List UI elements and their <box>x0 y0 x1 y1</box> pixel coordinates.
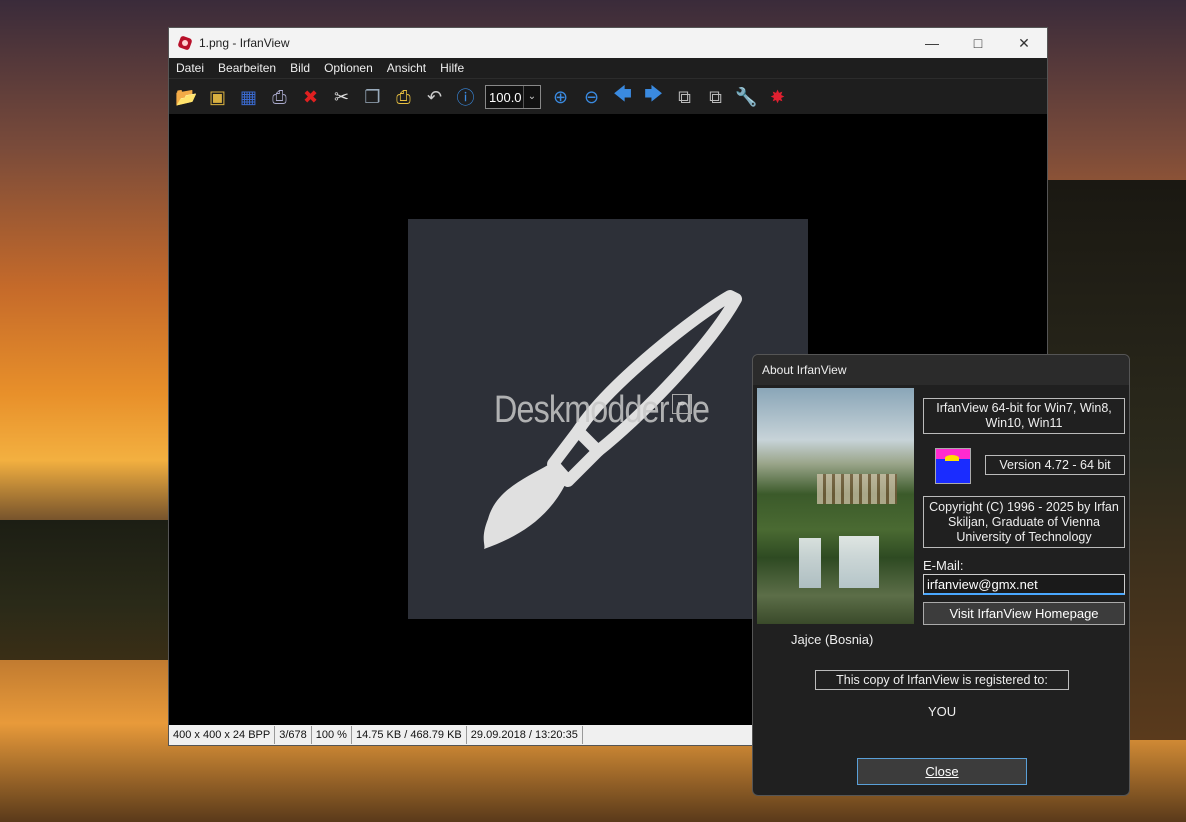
email-label: E-Mail: <box>923 558 964 573</box>
about-dialog-title[interactable]: About IrfanView <box>753 355 1129 385</box>
menu-hilfe[interactable]: Hilfe <box>433 61 471 75</box>
window-title: 1.png - IrfanView <box>199 36 290 50</box>
copy-icon[interactable]: ❐ <box>357 82 388 112</box>
version-info: Version 4.72 - 64 bit <box>985 455 1125 475</box>
status-file-size: 14.75 KB / 468.79 KB <box>352 726 467 744</box>
irfanview-logo-icon <box>935 448 971 484</box>
jajce-photo <box>757 388 914 624</box>
zoom-value: 100.0 <box>489 89 522 105</box>
delete-icon[interactable]: ✖ <box>295 82 326 112</box>
thumbnails-icon[interactable]: ▣ <box>202 82 233 112</box>
zoom-out-icon[interactable]: ⊖ <box>576 82 607 112</box>
product-info: IrfanView 64-bit for Win7, Win8, Win10, … <box>923 398 1125 434</box>
zoom-select[interactable]: 100.0 ⌄ <box>485 85 541 109</box>
registered-label: This copy of IrfanView is registered to: <box>815 670 1069 690</box>
chevron-down-icon[interactable]: ⌄ <box>523 86 540 108</box>
photo-houses <box>817 474 897 504</box>
status-dimensions: 400 x 400 x 24 BPP <box>169 726 276 744</box>
registered-to: YOU <box>928 704 957 719</box>
status-zoom: 100 % <box>312 726 352 744</box>
menu-ansicht[interactable]: Ansicht <box>380 61 433 75</box>
irfanview-app-icon <box>177 35 193 51</box>
watermark-brush-icon: ✒ <box>672 394 692 414</box>
close-window-button[interactable]: ✕ <box>1001 28 1047 58</box>
copyright-info: Copyright (C) 1996 - 2025 by Irfan Skilj… <box>923 496 1125 548</box>
close-button[interactable]: Close <box>857 758 1027 785</box>
settings-icon[interactable]: 🔧 <box>731 82 762 112</box>
title-bar[interactable]: 1.png - IrfanView — □ ✕ <box>169 28 1047 58</box>
first-page-icon[interactable]: ⧉ <box>669 82 700 112</box>
menu-bild[interactable]: Bild <box>283 61 317 75</box>
status-date: 29.09.2018 / 13:20:35 <box>467 726 583 744</box>
next-icon[interactable]: 🡆 <box>638 82 669 112</box>
email-field[interactable]: irfanview@gmx.net <box>923 574 1125 595</box>
zoom-in-icon[interactable]: ⊕ <box>545 82 576 112</box>
menu-bearbeiten[interactable]: Bearbeiten <box>211 61 283 75</box>
exit-icon[interactable]: ✸ <box>762 82 793 112</box>
visit-homepage-button[interactable]: Visit IrfanView Homepage <box>923 602 1125 625</box>
undo-icon[interactable]: ↶ <box>419 82 450 112</box>
photo-waterfall <box>799 538 821 588</box>
open-folder-icon[interactable]: 📂 <box>171 82 202 112</box>
menu-datei[interactable]: Datei <box>169 61 211 75</box>
save-icon[interactable]: ▦ <box>233 82 264 112</box>
cut-icon[interactable]: ✂ <box>326 82 357 112</box>
photo-waterfall <box>839 536 879 588</box>
toolbar: 📂 ▣ ▦ ⎙ ✖ ✂ ❐ ⎙ ↶ ⓘ 100.0 ⌄ ⊕ ⊖ 🡄 🡆 ⧉ ⧉ … <box>169 79 1047 116</box>
maximize-button[interactable]: □ <box>955 28 1001 58</box>
last-page-icon[interactable]: ⧉ <box>700 82 731 112</box>
minimize-button[interactable]: — <box>909 28 955 58</box>
paste-icon[interactable]: ⎙ <box>388 82 419 112</box>
print-icon[interactable]: ⎙ <box>264 82 295 112</box>
menu-optionen[interactable]: Optionen <box>317 61 380 75</box>
photo-caption: Jajce (Bosnia) <box>791 632 874 647</box>
info-icon[interactable]: ⓘ <box>450 82 481 112</box>
menu-bar: Datei Bearbeiten Bild Optionen Ansicht H… <box>169 58 1047 79</box>
displayed-image: Deskmodder.de ✒ <box>408 219 808 619</box>
previous-icon[interactable]: 🡄 <box>607 82 638 112</box>
about-dialog: About IrfanView Jajce (Bosnia) IrfanView… <box>752 354 1130 796</box>
status-file-index: 3/678 <box>275 726 312 744</box>
